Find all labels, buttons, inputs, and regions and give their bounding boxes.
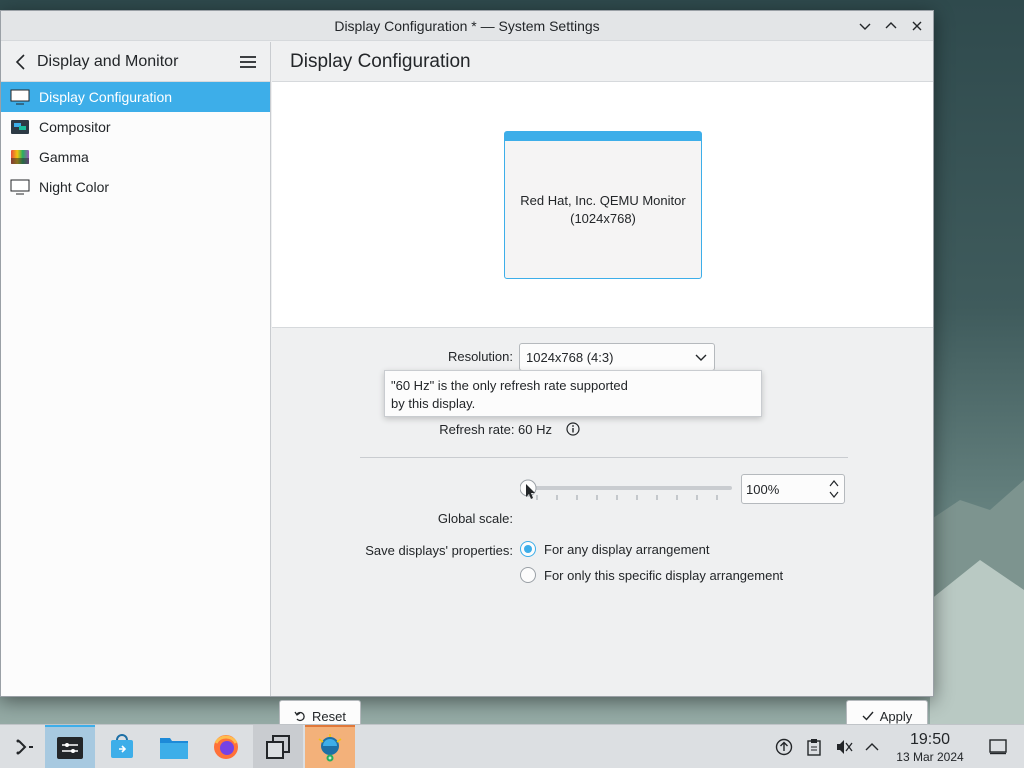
tooltip-line: "60 Hz" is the only refresh rate support…	[391, 378, 628, 393]
store-icon	[111, 734, 133, 758]
windows-icon	[266, 735, 290, 759]
chevron-left-icon	[15, 53, 25, 70]
tray-volume[interactable]	[834, 737, 854, 757]
close-button[interactable]	[907, 16, 927, 36]
hamburger-menu-button[interactable]	[236, 50, 260, 74]
spin-arrows-icon[interactable]	[828, 477, 840, 501]
save-properties-label: Save displays' properties:	[365, 543, 513, 558]
clipboard-icon	[807, 739, 821, 756]
taskbar-firefox[interactable]	[201, 725, 251, 768]
radio-button[interactable]	[520, 567, 536, 583]
chevron-up-icon	[885, 22, 897, 29]
page-title: Display Configuration	[272, 42, 933, 82]
taskbar-kinfocenter[interactable]	[305, 725, 355, 768]
sidebar-header: Display and Monitor	[1, 42, 270, 82]
taskbar-system-settings[interactable]	[45, 725, 95, 768]
refresh-rate-tooltip: "60 Hz" is the only refresh rate support…	[384, 370, 762, 417]
sidebar-item-gamma[interactable]: Gamma	[1, 142, 270, 172]
tray-clipboard[interactable]	[804, 737, 824, 757]
taskbar-window-switcher[interactable]	[253, 725, 303, 768]
sidebar-item-label: Gamma	[39, 149, 89, 165]
sidebar-item-label: Night Color	[39, 179, 110, 195]
back-button[interactable]	[11, 52, 31, 72]
tray-updates[interactable]	[774, 737, 794, 757]
sidebar-item-label: Compositor	[39, 119, 111, 135]
radio-any-arrangement[interactable]: For any display arrangement	[520, 541, 709, 557]
folder-icon	[160, 738, 188, 759]
resolution-value: 1024x768 (4:3)	[526, 349, 614, 365]
undo-icon	[294, 711, 305, 722]
resolution-label: Resolution:	[447, 349, 513, 364]
resolution-dropdown[interactable]: 1024x768 (4:3)	[519, 343, 715, 371]
night-color-icon	[9, 178, 31, 196]
taskbar-discover[interactable]	[97, 725, 147, 768]
reset-label: Reset	[312, 708, 346, 724]
chevron-up-icon	[865, 743, 879, 751]
check-icon	[862, 711, 874, 721]
sidebar-item-label: Display Configuration	[39, 89, 173, 105]
taskbar: 19:50 13 Mar 2024	[0, 724, 1024, 768]
global-scale-slider[interactable]	[520, 475, 734, 505]
update-icon	[775, 738, 793, 756]
compositor-icon	[9, 118, 31, 136]
chevron-down-icon	[695, 354, 707, 361]
system-settings-window: Display Configuration * — System Setting…	[0, 10, 934, 732]
apply-label: Apply	[879, 708, 913, 724]
gamma-icon	[9, 148, 31, 166]
sidebar-item-display-configuration[interactable]: Display Configuration	[1, 82, 270, 112]
close-icon	[912, 21, 922, 31]
radio-specific-arrangement[interactable]: For only this specific display arrangeme…	[520, 567, 783, 583]
global-scale-label: Global scale:	[437, 511, 513, 526]
show-desktop-button[interactable]	[988, 737, 1008, 757]
refresh-rate-label: Refresh rate: 60 Hz	[439, 422, 552, 437]
taskbar-dolphin[interactable]	[149, 725, 199, 768]
chevron-down-icon	[859, 23, 871, 30]
info-icon[interactable]	[566, 422, 580, 436]
system-info-icon	[318, 734, 342, 762]
firefox-icon	[214, 735, 238, 759]
sidebar-heading: Display and Monitor	[37, 52, 179, 70]
show-desktop-icon	[989, 739, 1007, 755]
titlebar: Display Configuration * — System Setting…	[1, 11, 933, 41]
monitor-name: Red Hat, Inc. QEMU Monitor	[520, 192, 686, 208]
main-panel: Display Configuration Red Hat, Inc. QEMU…	[272, 42, 933, 732]
taskbar-clock[interactable]: 19:50 13 Mar 2024	[888, 731, 972, 765]
window-title: Display Configuration * — System Setting…	[334, 17, 600, 34]
radio-label: For only this specific display arrangeme…	[544, 567, 784, 583]
radio-label: For any display arrangement	[544, 541, 710, 557]
volume-muted-icon	[837, 740, 853, 754]
window-controls	[855, 11, 927, 41]
minimize-button[interactable]	[855, 16, 875, 36]
maximize-button[interactable]	[881, 16, 901, 36]
monitor-icon	[9, 88, 31, 106]
system-settings-icon	[57, 737, 83, 759]
application-launcher[interactable]	[0, 725, 50, 768]
divider	[360, 457, 848, 458]
sidebar: Display and Monitor Display Configuratio…	[1, 42, 271, 696]
hamburger-icon	[240, 55, 256, 68]
settings-form: Resolution: 1024x768 (4:3) Refresh rate:…	[272, 329, 933, 732]
tooltip-line: by this display.	[391, 396, 476, 411]
sidebar-item-night-color[interactable]: Night Color	[1, 172, 270, 202]
display-preview-area: Red Hat, Inc. QEMU Monitor (1024x768)	[272, 82, 933, 328]
monitor-resolution: (1024x768)	[570, 210, 636, 226]
sidebar-item-compositor[interactable]: Compositor	[1, 112, 270, 142]
radio-button[interactable]	[520, 541, 536, 557]
clock-date: 13 Mar 2024	[896, 750, 964, 764]
monitor-tile[interactable]: Red Hat, Inc. QEMU Monitor (1024x768)	[504, 131, 702, 279]
clock-time: 19:50	[909, 731, 951, 748]
global-scale-value: 100%	[746, 481, 780, 497]
tray-expand[interactable]	[862, 737, 882, 757]
global-scale-spinbox[interactable]: 100%	[741, 474, 845, 504]
launcher-icon	[16, 739, 33, 755]
